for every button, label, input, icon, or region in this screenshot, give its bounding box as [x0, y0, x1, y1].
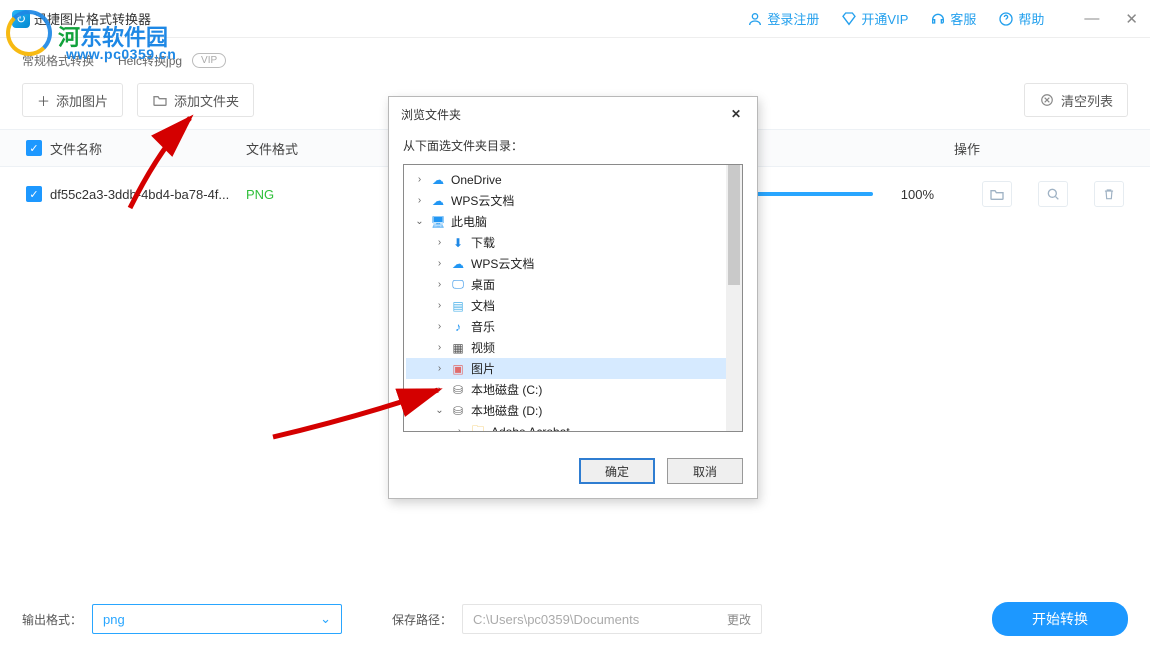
add-image-label: 添加图片: [56, 91, 108, 110]
breadcrumb: 常规格式转换 · Heic转换jpg VIP: [0, 38, 1150, 79]
crumb-sep: ·: [104, 54, 108, 68]
save-path-value: C:\Users\pc0359\Documents: [473, 612, 639, 627]
tree-item-adobe[interactable]: ›🗀Adobe Acrobat: [406, 421, 740, 432]
dialog-ok-button[interactable]: 确定: [579, 458, 655, 484]
row-checkbox[interactable]: ✓: [26, 186, 42, 202]
crumb-b[interactable]: Heic转换jpg: [118, 52, 182, 69]
output-format-value: png: [103, 612, 125, 627]
tree-scrollbar[interactable]: [726, 165, 742, 431]
tree-item-wps[interactable]: ›☁WPS云文档: [406, 190, 740, 211]
help-icon: [998, 11, 1014, 27]
login-link[interactable]: 登录注册: [747, 9, 819, 28]
folder-icon: [152, 92, 168, 108]
plus-icon: ＋: [37, 91, 50, 110]
titlebar: 迅捷图片格式转换器 登录注册 开通VIP 客服 帮助 —: [0, 0, 1150, 38]
save-path-label: 保存路径：: [392, 611, 452, 628]
browse-folder-dialog: 浏览文件夹 ✕ 从下面选文件夹目录： ›☁OneDrive ›☁WPS云文档 ⌄…: [388, 96, 758, 499]
dialog-subtitle: 从下面选文件夹目录：: [389, 131, 757, 164]
user-icon: [747, 11, 763, 27]
start-convert-button[interactable]: 开始转换: [992, 602, 1128, 636]
crumb-a[interactable]: 常规格式转换: [22, 52, 94, 69]
clear-icon: [1039, 92, 1055, 108]
dialog-title: 浏览文件夹: [401, 106, 461, 123]
tree-item-downloads[interactable]: ›⬇下载: [406, 232, 740, 253]
close-button[interactable]: ✕: [1125, 10, 1138, 28]
headset-icon: [930, 11, 946, 27]
chevron-down-icon: ⌄: [320, 611, 331, 627]
output-format-select[interactable]: png ⌄: [92, 604, 342, 634]
dialog-close-button[interactable]: ✕: [727, 105, 745, 123]
delete-button[interactable]: [1094, 181, 1124, 207]
app-logo-icon: [12, 10, 30, 28]
diamond-icon: [841, 11, 857, 27]
service-label: 客服: [950, 9, 976, 28]
open-vip-link[interactable]: 开通VIP: [841, 9, 908, 28]
dialog-cancel-button[interactable]: 取消: [667, 458, 743, 484]
vip-label: 开通VIP: [861, 9, 908, 28]
row-filename: df55c2a3-3ddb-4bd4-ba78-4f...: [50, 187, 229, 202]
open-folder-button[interactable]: [982, 181, 1012, 207]
preview-button[interactable]: [1038, 181, 1068, 207]
tree-item-thispc[interactable]: ⌄🖥此电脑: [406, 211, 740, 232]
col-ops: 操作: [954, 139, 1124, 158]
clear-list-label: 清空列表: [1061, 91, 1113, 110]
save-path-field[interactable]: C:\Users\pc0359\Documents 更改: [462, 604, 762, 634]
minimize-button[interactable]: —: [1084, 10, 1099, 28]
select-all-checkbox[interactable]: ✓: [26, 140, 42, 156]
tree-item-documents[interactable]: ›▤文档: [406, 295, 740, 316]
help-link[interactable]: 帮助: [998, 9, 1044, 28]
tree-item-wps2[interactable]: ›☁WPS云文档: [406, 253, 740, 274]
app-title: 迅捷图片格式转换器: [34, 9, 151, 28]
tree-item-diskc[interactable]: ›⛁本地磁盘 (C:): [406, 379, 740, 400]
folder-tree[interactable]: ›☁OneDrive ›☁WPS云文档 ⌄🖥此电脑 ›⬇下载 ›☁WPS云文档 …: [403, 164, 743, 432]
add-folder-button[interactable]: 添加文件夹: [137, 83, 254, 117]
help-label: 帮助: [1018, 9, 1044, 28]
change-path-button[interactable]: 更改: [727, 611, 751, 628]
customer-service-link[interactable]: 客服: [930, 9, 976, 28]
add-image-button[interactable]: ＋ 添加图片: [22, 83, 123, 117]
tree-item-music[interactable]: ›♪音乐: [406, 316, 740, 337]
tree-item-onedrive[interactable]: ›☁OneDrive: [406, 169, 740, 190]
clear-list-button[interactable]: 清空列表: [1024, 83, 1128, 117]
tree-item-diskd[interactable]: ⌄⛁本地磁盘 (D:): [406, 400, 740, 421]
footer: 输出格式： png ⌄ 保存路径： C:\Users\pc0359\Docume…: [22, 602, 1128, 636]
col-filename: 文件名称: [50, 139, 102, 158]
row-percent: 100%: [901, 187, 934, 202]
vip-chip: VIP: [192, 53, 226, 68]
output-format-label: 输出格式：: [22, 611, 82, 628]
login-label: 登录注册: [767, 9, 819, 28]
tree-item-pictures[interactable]: ›▣图片: [406, 358, 740, 379]
tree-item-desktop[interactable]: ›🖵桌面: [406, 274, 740, 295]
add-folder-label: 添加文件夹: [174, 91, 239, 110]
tree-item-videos[interactable]: ›▦视频: [406, 337, 740, 358]
